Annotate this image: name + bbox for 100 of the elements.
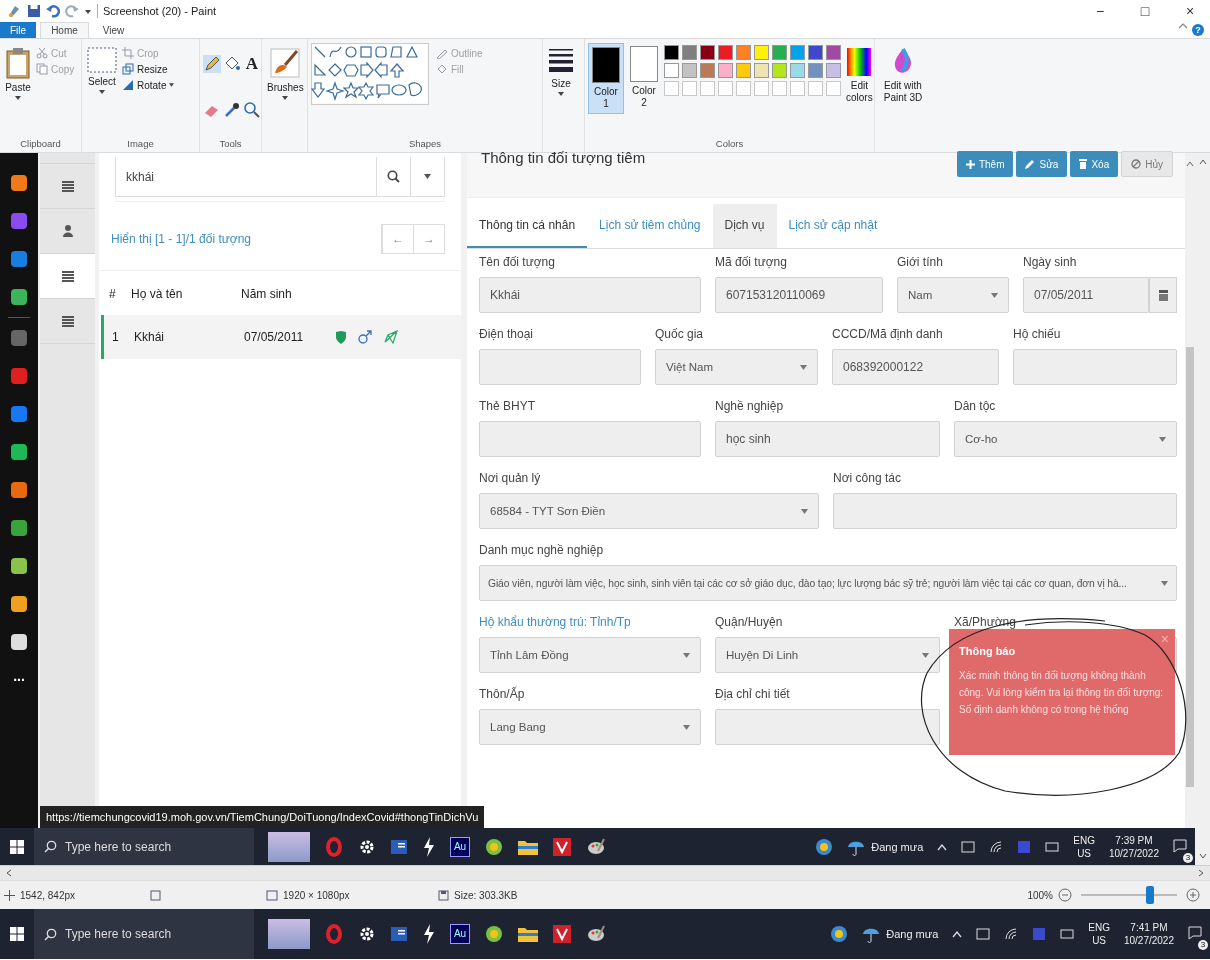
edit-record-button[interactable]: Sửa [1016, 151, 1068, 177]
text-field[interactable] [1013, 349, 1177, 385]
empty-swatch[interactable] [754, 81, 769, 96]
empty-swatch[interactable] [718, 81, 733, 96]
windows-logo-icon[interactable] [10, 839, 24, 854]
magnifier-icon[interactable] [243, 100, 261, 119]
app-icon[interactable] [552, 836, 572, 857]
select-field[interactable]: Huyện Di Linh [715, 637, 940, 673]
select-field[interactable]: Lang Bang [479, 709, 701, 745]
app-tile[interactable]: Au [450, 924, 470, 944]
empty-swatch[interactable] [772, 81, 787, 96]
wifi-icon[interactable] [989, 839, 1004, 854]
select-field[interactable]: Việt Nam [655, 349, 818, 385]
help-circle-icon[interactable] [815, 837, 834, 856]
clock-date[interactable]: 10/27/2022 [1123, 934, 1174, 947]
palette-swatch[interactable] [772, 45, 787, 60]
folder-icon[interactable] [518, 926, 538, 942]
palette-swatch[interactable] [664, 45, 679, 60]
text-field[interactable] [479, 349, 641, 385]
text-tool[interactable]: A [243, 55, 261, 93]
close-button[interactable]: × [1170, 0, 1210, 22]
palette-swatch[interactable] [736, 63, 751, 78]
table-row[interactable]: 1 Kkhái 07/05/2011 [101, 315, 461, 359]
palette-swatch[interactable] [790, 63, 805, 78]
pencil-icon[interactable] [203, 55, 221, 73]
empty-swatch[interactable] [736, 81, 751, 96]
zoom-out-button[interactable] [1058, 888, 1072, 902]
weather-text[interactable]: Đang mưa [886, 928, 939, 940]
palette-swatch[interactable] [826, 63, 841, 78]
empty-swatch[interactable] [700, 81, 715, 96]
calendar-button[interactable] [1149, 277, 1177, 313]
caret-icon[interactable] [84, 7, 92, 15]
ring-icon[interactable] [324, 836, 344, 857]
palette-icon[interactable] [586, 836, 606, 857]
keyboard-icon[interactable] [1045, 841, 1060, 852]
palette-swatch[interactable] [826, 45, 841, 60]
notification-icon[interactable] [1173, 838, 1187, 853]
clock-time[interactable]: 7:39 PM [1115, 833, 1153, 847]
search-field[interactable]: Type here to search [34, 828, 254, 865]
language-text[interactable]: ENG [1073, 833, 1095, 847]
palette-swatch[interactable] [700, 63, 715, 78]
next-button[interactable]: → [413, 225, 444, 253]
search-button[interactable] [377, 157, 411, 197]
help-circle-icon[interactable] [830, 925, 849, 943]
palette-swatch[interactable] [808, 45, 823, 60]
text-field[interactable]: 068392000122 [832, 349, 999, 385]
search-field[interactable]: Type here to search [34, 909, 254, 959]
empty-swatch[interactable] [664, 81, 679, 96]
select-field[interactable]: 68584 - TYT Sơn Điền [479, 493, 819, 529]
palette-icon[interactable] [586, 924, 606, 944]
nav-item[interactable] [40, 254, 95, 299]
delete-record-button[interactable]: Xóa [1070, 151, 1119, 177]
rotate-button[interactable]: Rotate [122, 79, 175, 91]
region-text[interactable]: US [1077, 846, 1092, 860]
eyedropper-icon[interactable] [223, 100, 241, 119]
select-field[interactable]: Giáo viên, người làm việc, học sinh, sinh viên tại các cơ sở giáo dục, đào tạo; lực lượng bác sỹ trẻ; người làm việc tại các cơ quan, đơn vị hà... [479, 565, 1177, 601]
paper-plane-icon[interactable] [384, 330, 398, 344]
bucket-icon[interactable] [223, 55, 241, 73]
region-text[interactable]: US [1092, 934, 1107, 947]
ribbon-tab[interactable]: File [0, 22, 37, 38]
language-text[interactable]: ENG [1088, 921, 1110, 934]
redo-icon[interactable] [65, 4, 79, 18]
text-field[interactable] [833, 493, 1177, 529]
caret-up-icon[interactable] [937, 842, 948, 851]
undo-icon[interactable] [46, 4, 60, 18]
folder-icon[interactable] [518, 838, 538, 855]
resize-button[interactable]: Resize [122, 63, 175, 75]
zoom-in-button[interactable] [1186, 888, 1200, 902]
tab[interactable]: Lịch sử cập nhật [776, 204, 890, 248]
keyboard-icon[interactable] [1060, 929, 1075, 939]
text-field[interactable] [479, 421, 701, 457]
size-button[interactable]: Size [546, 43, 576, 100]
tab[interactable]: Lịch sử tiêm chủng [587, 204, 713, 248]
more-button[interactable]: ... [13, 672, 25, 680]
shape-gallery-drawing[interactable] [311, 43, 429, 105]
ribbon-tab[interactable]: View [92, 22, 135, 38]
palette-swatch[interactable] [790, 45, 805, 60]
arrow-left-icon[interactable] [6, 869, 12, 877]
app-icon[interactable] [552, 924, 572, 944]
text-field[interactable]: 607153120110069 [715, 277, 883, 313]
arrow-right-icon[interactable] [1198, 869, 1204, 877]
palette-swatch[interactable] [772, 63, 787, 78]
palette-swatch[interactable] [754, 45, 769, 60]
arrow-down-icon[interactable] [1198, 853, 1207, 859]
paste-button[interactable]: Paste [3, 43, 33, 104]
ring-icon[interactable] [324, 924, 344, 944]
palette-swatch[interactable] [718, 45, 733, 60]
palette-swatch[interactable] [682, 45, 697, 60]
select-field[interactable]: Cơ-ho [954, 421, 1177, 457]
circle-logo-icon[interactable] [484, 924, 504, 944]
color-slot-button[interactable]: Color 1 [588, 43, 624, 114]
clock-time[interactable]: 7:41 PM [1130, 921, 1168, 934]
color-slot-button[interactable]: Color 2 [627, 43, 661, 112]
caret-up-icon[interactable] [952, 930, 963, 938]
document-icon[interactable] [390, 837, 408, 856]
empty-swatch[interactable] [808, 81, 823, 96]
paint-3d-button[interactable]: Edit with Paint 3D [878, 43, 928, 108]
male-symbol-icon[interactable] [358, 330, 372, 344]
palette-swatch[interactable] [754, 63, 769, 78]
document-icon[interactable] [390, 925, 408, 943]
